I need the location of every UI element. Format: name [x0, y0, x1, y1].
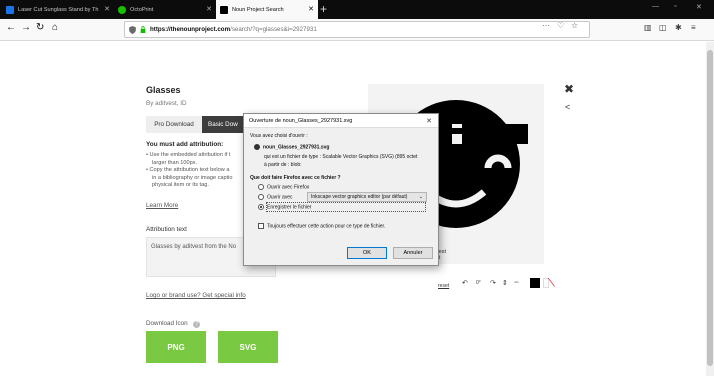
back-icon[interactable]: ←	[6, 22, 16, 33]
dialog-title: Ouverture de noun_Glasses_2927931.svg	[249, 117, 353, 124]
home-icon[interactable]: ⌂	[52, 22, 58, 33]
thingiverse-favicon-icon	[6, 5, 14, 14]
download-icon-label: Download Icon ?	[146, 320, 201, 328]
window-close-icon[interactable]: ✕	[696, 3, 702, 11]
download-label-text: Download Icon	[146, 320, 188, 327]
focus-ring	[266, 202, 426, 212]
bullet-text: physical item or its tag.	[152, 182, 209, 188]
always-do-checkbox[interactable]: Toujours effectuer cette action pour ce …	[258, 223, 385, 229]
dialog-titlebar: Ouverture de noun_Glasses_2927931.svg ✕	[244, 114, 438, 128]
radio-button-selected[interactable]	[258, 204, 264, 210]
attribution-heading: You must add attribution:	[146, 141, 224, 148]
menu-icon[interactable]: ≡	[691, 23, 696, 32]
icon-title: Glasses	[146, 85, 181, 95]
filename-text: noun_Glasses_2927931.svg	[263, 144, 330, 151]
url-host: https://thenounproject.com	[150, 26, 231, 33]
maximize-icon[interactable]: ▫	[674, 3, 676, 10]
bullet-text: larger than 100px.	[152, 159, 198, 166]
color-swatch-black[interactable]	[530, 278, 540, 288]
reload-icon[interactable]: ↻	[36, 22, 44, 33]
logo-brand-link[interactable]: Logo or brand use? Get special info	[146, 292, 246, 299]
octoprint-favicon-icon	[118, 5, 126, 14]
no-color-icon[interactable]: ╲	[548, 278, 554, 288]
tab-octoprint[interactable]: OctoPrint ✕	[114, 0, 216, 19]
page-actions-icon[interactable]: ···	[542, 21, 550, 30]
dialog-intro: Vous avez choisi d'ouvrir :	[250, 133, 308, 139]
attribution-bullets: • Use the embedded attribution if t larg…	[146, 152, 244, 190]
flip-vertical-icon[interactable]: ⇕	[502, 279, 508, 287]
basic-download-tab[interactable]: Basic Dow	[202, 116, 244, 133]
checkbox[interactable]	[258, 223, 264, 229]
png-button[interactable]: PNG	[146, 331, 206, 363]
ok-button[interactable]: OK	[347, 247, 387, 259]
radio-button[interactable]	[258, 184, 264, 190]
file-open-dialog: Ouverture de noun_Glasses_2927931.svg ✕ …	[243, 113, 439, 266]
url-bar[interactable]: https://thenounproject.com/search/?q=gla…	[124, 21, 590, 38]
bookmark-star-icon[interactable]: ☆	[571, 21, 578, 30]
close-icon[interactable]: ✕	[206, 5, 212, 13]
checkbox-label: Toujours effectuer cette action pour ce …	[267, 223, 386, 230]
app-select-value: Inkscape vector graphics editor (par déf…	[311, 194, 408, 200]
navigation-toolbar: ← → ↻ ⌂ https://thenounproject.com/searc…	[0, 19, 714, 41]
close-preview-icon[interactable]: ✖	[564, 82, 574, 96]
bullet-text: Copy the attribution text below a	[149, 167, 230, 173]
tab-laser-cut[interactable]: Laser Cut Sunglass Stand by Th ✕	[2, 0, 114, 19]
dialog-filetype: qui est un fichier de type : Scalable Ve…	[264, 154, 418, 160]
rotate-right-icon[interactable]: ↷	[490, 279, 496, 287]
dialog-question: Que doit faire Firefox avec ce fichier ?	[250, 175, 341, 181]
lock-icon[interactable]	[140, 26, 146, 33]
tab-strip: Laser Cut Sunglass Stand by Th ✕ OctoPri…	[0, 0, 714, 19]
url-path: /search/?q=glasses&i=2927931	[230, 26, 317, 33]
tracking-shield-icon[interactable]	[129, 25, 136, 34]
option-label: Ouvrir avec	[267, 194, 293, 201]
new-tab-icon[interactable]: +	[320, 2, 327, 16]
minimize-icon[interactable]: —	[652, 3, 659, 10]
page-scrollbar[interactable]	[706, 42, 714, 376]
attribution-text-label: Attribution text	[146, 226, 187, 233]
bullet-text: Use the embedded attribution if t	[149, 152, 231, 158]
app-select[interactable]: Inkscape vector graphics editor (par déf…	[307, 192, 427, 202]
sidebar-icon[interactable]: ◫	[659, 23, 667, 32]
svg-file-icon	[254, 144, 260, 150]
radio-open-with[interactable]: Ouvrir avec	[258, 194, 293, 200]
tab-label: Noun Project Search	[232, 6, 284, 13]
help-icon[interactable]: ?	[193, 321, 201, 328]
forward-icon[interactable]: →	[21, 22, 31, 33]
option-label: Ouvrir avec Firefox	[267, 184, 310, 191]
icon-author: By aditvest, ID	[146, 100, 187, 107]
radio-open-firefox[interactable]: Ouvrir avec Firefox	[258, 184, 309, 190]
dialog-source: à partir de : blob:	[264, 162, 302, 168]
flip-horizontal-icon[interactable]: ⇔	[513, 279, 520, 286]
library-icon[interactable]: ▥	[644, 23, 652, 32]
close-icon[interactable]: ✕	[308, 5, 314, 13]
close-icon[interactable]: ✕	[104, 5, 110, 13]
rotate-degree-icon[interactable]: 0°	[476, 280, 481, 286]
bullet-text: in a bibliography or image captio	[152, 174, 233, 181]
tab-noun-project[interactable]: Noun Project Search ✕	[216, 0, 318, 19]
extension-icon[interactable]: ✱	[675, 23, 682, 32]
svg-button[interactable]: SVG	[218, 331, 278, 363]
noun-project-favicon-icon	[220, 5, 228, 14]
rotate-left-icon[interactable]: ↶	[462, 279, 468, 287]
scrollbar-thumb[interactable]	[707, 50, 713, 366]
learn-more-link[interactable]: Learn More	[146, 202, 178, 209]
radio-button[interactable]	[258, 194, 264, 200]
pro-download-tab[interactable]: Pro Download	[146, 116, 202, 133]
tab-label: Laser Cut Sunglass Stand by Th	[18, 6, 99, 13]
chevron-down-icon: ⌄	[418, 194, 423, 200]
dialog-close-icon[interactable]: ✕	[426, 117, 432, 125]
pocket-icon[interactable]: ♡	[557, 21, 564, 30]
reset-link[interactable]: reset	[438, 283, 449, 289]
cancel-button[interactable]: Annuler	[393, 247, 433, 259]
share-icon[interactable]: <	[565, 102, 570, 112]
tab-label: OctoPrint	[130, 6, 154, 13]
attribution-text: Glasses by aditvest from the No	[151, 244, 237, 250]
page-content: Glasses By aditvest, ID Pro Download Bas…	[0, 42, 706, 376]
dialog-filename: noun_Glasses_2927931.svg	[254, 144, 329, 150]
